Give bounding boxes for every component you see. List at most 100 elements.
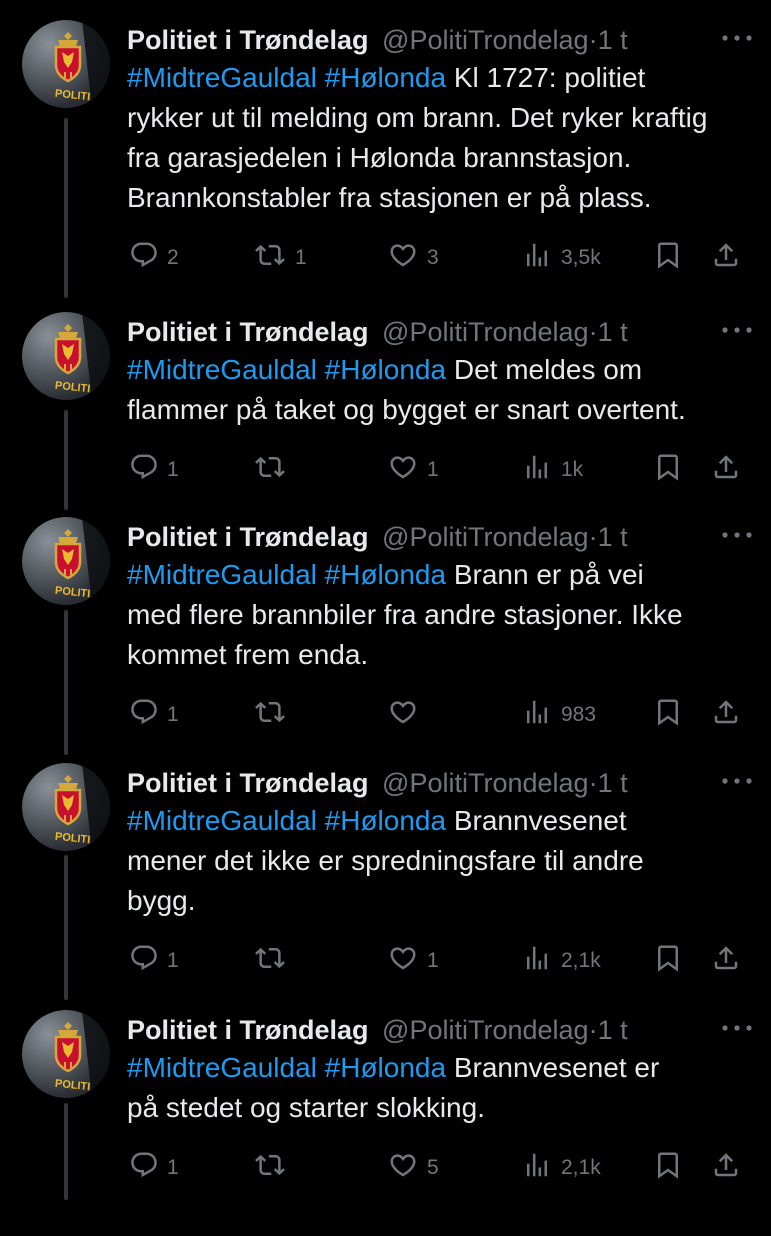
share-button[interactable] [711, 454, 741, 486]
bookmark-icon [653, 451, 683, 489]
like-count: 3 [427, 246, 439, 269]
reply-count: 1 [167, 458, 179, 481]
tweet-actions: 1 983 [127, 699, 752, 731]
share-button[interactable] [711, 1152, 741, 1184]
bookmark-icon [653, 1149, 683, 1187]
separator-dot: · [588, 317, 598, 347]
tweet-text-line: med flere brannbiler fra andre stasjoner… [127, 595, 747, 635]
like-button[interactable]: 1 [387, 454, 439, 486]
bookmark-button[interactable] [653, 945, 683, 977]
author-handle[interactable]: @PolitiTrondelag [382, 1015, 589, 1045]
tweet[interactable]: POLITI Politiet i Trøndelag @PolitiTrond… [0, 497, 771, 743]
avatar[interactable]: POLITI [22, 763, 110, 851]
repost-button[interactable] [253, 945, 295, 977]
repost-button[interactable]: 1 [253, 242, 307, 274]
avatar-badge-text: POLITI [54, 585, 91, 601]
bookmark-button[interactable] [653, 454, 683, 486]
tweet-text: Brannvesenet er [446, 1052, 660, 1083]
repost-button[interactable] [253, 699, 295, 731]
repost-icon [253, 240, 287, 276]
author-name[interactable]: Politiet i Trøndelag [127, 1015, 369, 1045]
tweet-text-line: #MidtreGauldal #Hølonda Kl 1727: politie… [127, 58, 747, 98]
like-count: 1 [427, 949, 439, 972]
views-button[interactable]: 3,5k [521, 242, 601, 274]
tweet-text: rykker ut til melding om brann. Det ryke… [127, 102, 708, 133]
avatar[interactable]: POLITI [22, 312, 110, 400]
tweet-timestamp[interactable]: 1 t [598, 25, 628, 55]
tweet-header: Politiet i Trøndelag @PolitiTrondelag·1 … [127, 521, 628, 553]
like-button[interactable]: 1 [387, 945, 439, 977]
reply-button[interactable]: 1 [129, 1152, 179, 1184]
bookmark-button[interactable] [653, 1152, 683, 1184]
hashtag[interactable]: #MidtreGauldal #Hølonda [127, 1052, 446, 1083]
tweet[interactable]: POLITI Politiet i Trøndelag @PolitiTrond… [0, 0, 771, 269]
tweet-text-line: #MidtreGauldal #Hølonda Brannvesenet [127, 801, 747, 841]
hashtag[interactable]: #MidtreGauldal #Hølonda [127, 354, 446, 385]
reply-button[interactable]: 1 [129, 699, 179, 731]
tweet-text: Brann er på vei [446, 559, 644, 590]
share-button[interactable] [711, 699, 741, 731]
repost-button[interactable] [253, 1152, 295, 1184]
views-button[interactable]: 1k [521, 454, 583, 486]
hashtag[interactable]: #MidtreGauldal #Hølonda [127, 805, 446, 836]
avatar[interactable]: POLITI [22, 20, 110, 108]
tweet-text-line: rykker ut til melding om brann. Det ryke… [127, 98, 747, 138]
tweet-timestamp[interactable]: 1 t [598, 317, 628, 347]
bookmark-button[interactable] [653, 699, 683, 731]
reply-button[interactable]: 1 [129, 454, 179, 486]
like-button[interactable]: 5 [387, 1152, 439, 1184]
author-name[interactable]: Politiet i Trøndelag [127, 768, 369, 798]
tweet[interactable]: POLITI Politiet i Trøndelag @PolitiTrond… [0, 990, 771, 1236]
author-handle[interactable]: @PolitiTrondelag [382, 522, 589, 552]
hashtag[interactable]: #MidtreGauldal #Hølonda [127, 559, 446, 590]
avatar-badge-text: POLITI [54, 831, 91, 847]
more-options-icon[interactable] [719, 523, 755, 547]
reply-count: 1 [167, 1156, 179, 1179]
heart-icon [387, 943, 419, 979]
tweet-text-line: #MidtreGauldal #Hølonda Brannvesenet er [127, 1048, 747, 1088]
tweet[interactable]: POLITI Politiet i Trøndelag @PolitiTrond… [0, 743, 771, 989]
reply-button[interactable]: 2 [129, 242, 179, 274]
share-button[interactable] [711, 242, 741, 274]
bookmark-button[interactable] [653, 242, 683, 274]
author-name[interactable]: Politiet i Trøndelag [127, 317, 369, 347]
hashtag[interactable]: #MidtreGauldal #Hølonda [127, 62, 446, 93]
more-options-icon[interactable] [719, 26, 755, 50]
avatar-badge-text: POLITI [54, 380, 91, 396]
more-options-icon[interactable] [719, 769, 755, 793]
share-icon [711, 696, 741, 734]
share-icon [711, 239, 741, 277]
more-options-icon[interactable] [719, 318, 755, 342]
author-handle[interactable]: @PolitiTrondelag [382, 25, 589, 55]
heart-icon [387, 697, 419, 733]
reply-button[interactable]: 1 [129, 945, 179, 977]
avatar[interactable]: POLITI [22, 517, 110, 605]
views-button[interactable]: 2,1k [521, 945, 601, 977]
like-button[interactable] [387, 699, 427, 731]
separator-dot: · [588, 522, 598, 552]
more-options-icon[interactable] [719, 1016, 755, 1040]
author-name[interactable]: Politiet i Trøndelag [127, 522, 369, 552]
tweet-timestamp[interactable]: 1 t [598, 768, 628, 798]
repost-icon [253, 1150, 287, 1186]
author-handle[interactable]: @PolitiTrondelag [382, 768, 589, 798]
author-name[interactable]: Politiet i Trøndelag [127, 25, 369, 55]
tweet-timestamp[interactable]: 1 t [598, 522, 628, 552]
view-count: 2,1k [561, 1156, 601, 1179]
views-button[interactable]: 983 [521, 699, 596, 731]
tweet-text: bygg. [127, 885, 196, 916]
separator-dot: · [588, 1015, 598, 1045]
tweet-text-line: fra garasjedelen i Hølonda brannstasjon. [127, 138, 747, 178]
tweet-timestamp[interactable]: 1 t [598, 1015, 628, 1045]
avatar[interactable]: POLITI [22, 1010, 110, 1098]
author-handle[interactable]: @PolitiTrondelag [382, 317, 589, 347]
analytics-icon [521, 452, 553, 488]
views-button[interactable]: 2,1k [521, 1152, 601, 1184]
like-count: 1 [427, 458, 439, 481]
tweet-actions: 1 1 1k [127, 454, 752, 486]
repost-button[interactable] [253, 454, 295, 486]
share-button[interactable] [711, 945, 741, 977]
reply-icon [129, 943, 159, 979]
like-button[interactable]: 3 [387, 242, 439, 274]
bookmark-icon [653, 696, 683, 734]
